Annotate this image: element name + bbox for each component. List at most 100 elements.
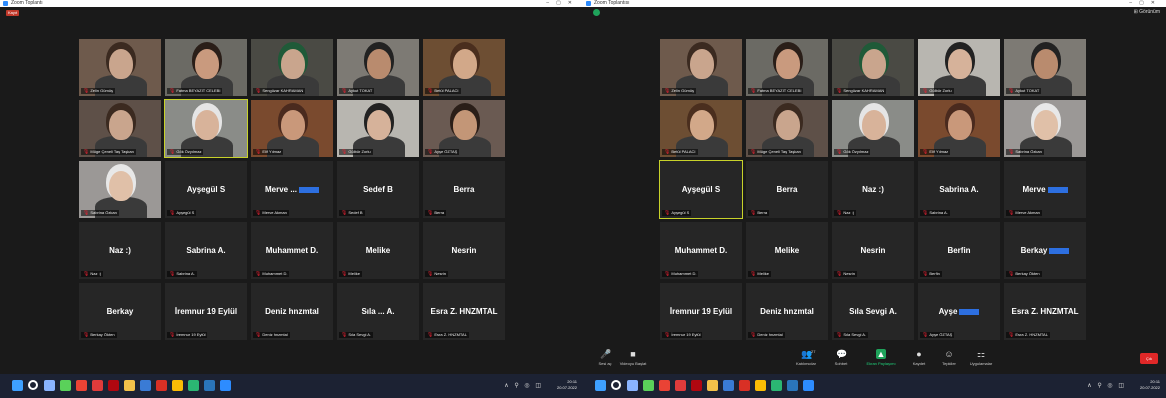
check-icon[interactable]	[643, 380, 654, 391]
participant-tile[interactable]: Melike 🎙Melike	[745, 221, 829, 280]
zoom-icon[interactable]	[803, 380, 814, 391]
security-shield-icon[interactable]	[593, 9, 600, 16]
chrome-icon[interactable]	[755, 380, 766, 391]
participant-tile[interactable]: 🎙Betül PALACI	[659, 99, 743, 158]
taskbar-clock[interactable]: 20:11 20.07.2022	[1140, 379, 1160, 391]
participant-tile[interactable]: İremnur 19 Eylül 🎙İremnur 19 Eylül	[659, 282, 743, 341]
participant-tile[interactable]: Merve ... 🎙Merve Akman	[250, 160, 334, 219]
search-icon[interactable]	[28, 380, 38, 390]
participant-tile[interactable]: Sabrina A. 🎙Sabrina A.	[164, 221, 248, 280]
search-icon[interactable]	[611, 380, 621, 390]
participant-tile[interactable]: Sıla ... A. 🎙Sıla Sevgi A.	[336, 282, 420, 341]
participant-display-name: İremnur 19 Eylül	[669, 307, 733, 316]
end-meeting-button[interactable]: Çık	[1140, 353, 1158, 364]
participant-tile[interactable]: Deniz hnzmtal 🎙Deniz hnzmtal	[745, 282, 829, 341]
participant-name-label: 🎙Gülbür Zorlu	[339, 149, 373, 155]
netflix-icon[interactable]	[691, 380, 702, 391]
video-button[interactable]: ■ Videoyu Başlat	[615, 349, 651, 366]
participant-tile[interactable]: 🎙Sengüzar KAHRAMAN	[831, 38, 915, 97]
muted-mic-icon: 🎙	[255, 332, 262, 338]
participant-tile[interactable]: 🎙Betül PALACI	[422, 38, 506, 97]
participant-tile[interactable]: Merve 🎙Merve Akman	[1003, 160, 1087, 219]
taskbar-clock[interactable]: 20:11 20.07.2022	[557, 379, 577, 391]
participant-tile[interactable]: 🎙Fatma BEYAZIT CELEBI	[164, 38, 248, 97]
pdf-icon[interactable]	[156, 380, 167, 391]
participant-tile[interactable]: Sedef B 🎙Sedef B	[336, 160, 420, 219]
participant-tile[interactable]: 🎙Gök Özyılmaz	[831, 99, 915, 158]
participant-tile[interactable]: 🎙Gülbür Zorlu	[917, 38, 1001, 97]
participant-tile[interactable]: Esra Z. HNZMTAL 🎙Esra Z. HNZMTAL	[1003, 282, 1087, 341]
participant-tile[interactable]: 🎙Sabrina Özkan	[1003, 99, 1087, 158]
participant-tile[interactable]: 🎙Aykut TOKAT	[336, 38, 420, 97]
participant-tile[interactable]: Deniz hnzmtal 🎙Deniz hnzmtal	[250, 282, 334, 341]
task-view-icon[interactable]	[627, 380, 638, 391]
store-icon[interactable]	[723, 380, 734, 391]
participant-tile[interactable]: Melike 🎙Melike	[336, 221, 420, 280]
chrome-icon[interactable]	[659, 380, 670, 391]
participant-tile[interactable]: 🎙Gök Özyılmaz	[164, 99, 248, 158]
participant-tile[interactable]: Muhammet D. 🎙Muhammet D.	[659, 221, 743, 280]
edge-icon[interactable]	[771, 380, 782, 391]
participant-tile[interactable]: Naz :) 🎙Naz :)	[78, 221, 162, 280]
recording-indicator[interactable]: Kayıt	[6, 10, 19, 16]
check-icon[interactable]	[60, 380, 71, 391]
edge-icon[interactable]	[188, 380, 199, 391]
muted-mic-icon: 🎙	[664, 271, 671, 277]
file-explorer-icon[interactable]	[707, 380, 718, 391]
pdf-icon[interactable]	[739, 380, 750, 391]
system-tray-icons[interactable]: ∧ ⚲ ◎ ◫	[1087, 382, 1126, 389]
netflix-icon[interactable]	[108, 380, 119, 391]
participant-tile[interactable]: Berkay 🎙Berkay Ökten	[78, 282, 162, 341]
steam-icon[interactable]	[204, 380, 215, 391]
file-explorer-icon[interactable]	[124, 380, 135, 391]
apps-button[interactable]: ⚏ Uygulamalar	[963, 349, 999, 366]
participant-tile[interactable]: 🎙Müge Çeneli Taş Taşkan	[78, 99, 162, 158]
opera-icon[interactable]	[92, 380, 103, 391]
participant-tile[interactable]: 🎙Elif Yılmaz	[250, 99, 334, 158]
participant-tile[interactable]: 🎙Müge Çeneli Taş Taşkan	[745, 99, 829, 158]
windows-start-icon[interactable]	[12, 380, 23, 391]
participant-tile[interactable]: Sıla Sevgi A. 🎙Sıla Sevgi A.	[831, 282, 915, 341]
participants-button[interactable]: 👥 Katılımcılar	[788, 349, 824, 366]
zoom-icon[interactable]	[220, 380, 231, 391]
share-button[interactable]: ▲ Ekran Paylaşımı	[863, 349, 899, 366]
chat-button[interactable]: 💬 Sohbet	[823, 349, 859, 366]
participant-tile[interactable]: Berra 🎙Berra	[422, 160, 506, 219]
system-tray-icons[interactable]: ∧ ⚲ ◎ ◫	[504, 382, 543, 389]
participant-tile[interactable]: 🎙Zelin Gümüş	[659, 38, 743, 97]
participant-tile[interactable]: Ayşegül S 🎙Ayşegül S	[164, 160, 248, 219]
opera-icon[interactable]	[675, 380, 686, 391]
participant-tile[interactable]: Nesrin 🎙Nesrin	[831, 221, 915, 280]
participant-tile[interactable]: Berfin 🎙Berfin	[917, 221, 1001, 280]
participant-tile[interactable]: 🎙Sabrina Özkan	[78, 160, 162, 219]
window-controls[interactable]: –▢✕	[1129, 0, 1162, 7]
participant-tile[interactable]: Ayşegül S 🎙Ayşegül S	[659, 160, 743, 219]
participant-tile[interactable]: Esra Z. HNZMTAL 🎙Esra Z. HNZMTAL	[422, 282, 506, 341]
reactions-button[interactable]: ☺ Tepkiler	[931, 349, 967, 366]
participant-tile[interactable]: Naz :) 🎙Naz :)	[831, 160, 915, 219]
participant-tile[interactable]: Sabrina A. 🎙Sabrina A.	[917, 160, 1001, 219]
participant-tile[interactable]: Nesrin 🎙Nesrin	[422, 221, 506, 280]
participant-tile[interactable]: 🎙Fatma BEYAZIT CELEBI	[745, 38, 829, 97]
store-icon[interactable]	[140, 380, 151, 391]
participant-tile[interactable]: 🎙Aykut TOKAT	[1003, 38, 1087, 97]
window-controls[interactable]: –▢✕	[546, 0, 579, 7]
muted-mic-icon: 🎙	[750, 332, 757, 338]
participant-tile[interactable]: Muhammet D. 🎙Muhammet D.	[250, 221, 334, 280]
participant-tile[interactable]: Berkay 🎙Berkay Ökten	[1003, 221, 1087, 280]
view-button[interactable]: ⊞ Görünüm	[1134, 9, 1160, 15]
participant-tile[interactable]: Ayşe 🎙Ayşe ÖZTAŞ	[917, 282, 1001, 341]
participant-tile[interactable]: 🎙Ayşe ÖZTAŞ	[422, 99, 506, 158]
participant-tile[interactable]: 🎙Elif Yılmaz	[917, 99, 1001, 158]
chrome-icon[interactable]	[76, 380, 87, 391]
participant-tile[interactable]: 🎙Gülbür Zorlu	[336, 99, 420, 158]
muted-mic-icon: 🎙	[169, 149, 176, 155]
participant-tile[interactable]: 🎙Zelin Gümüş	[78, 38, 162, 97]
windows-start-icon[interactable]	[595, 380, 606, 391]
chrome-icon[interactable]	[172, 380, 183, 391]
steam-icon[interactable]	[787, 380, 798, 391]
participant-tile[interactable]: Berra 🎙Berra	[745, 160, 829, 219]
task-view-icon[interactable]	[44, 380, 55, 391]
participant-tile[interactable]: İremnur 19 Eylül 🎙İremnur 19 Eylül	[164, 282, 248, 341]
participant-tile[interactable]: 🎙Sengüzar KAHRAMAN	[250, 38, 334, 97]
